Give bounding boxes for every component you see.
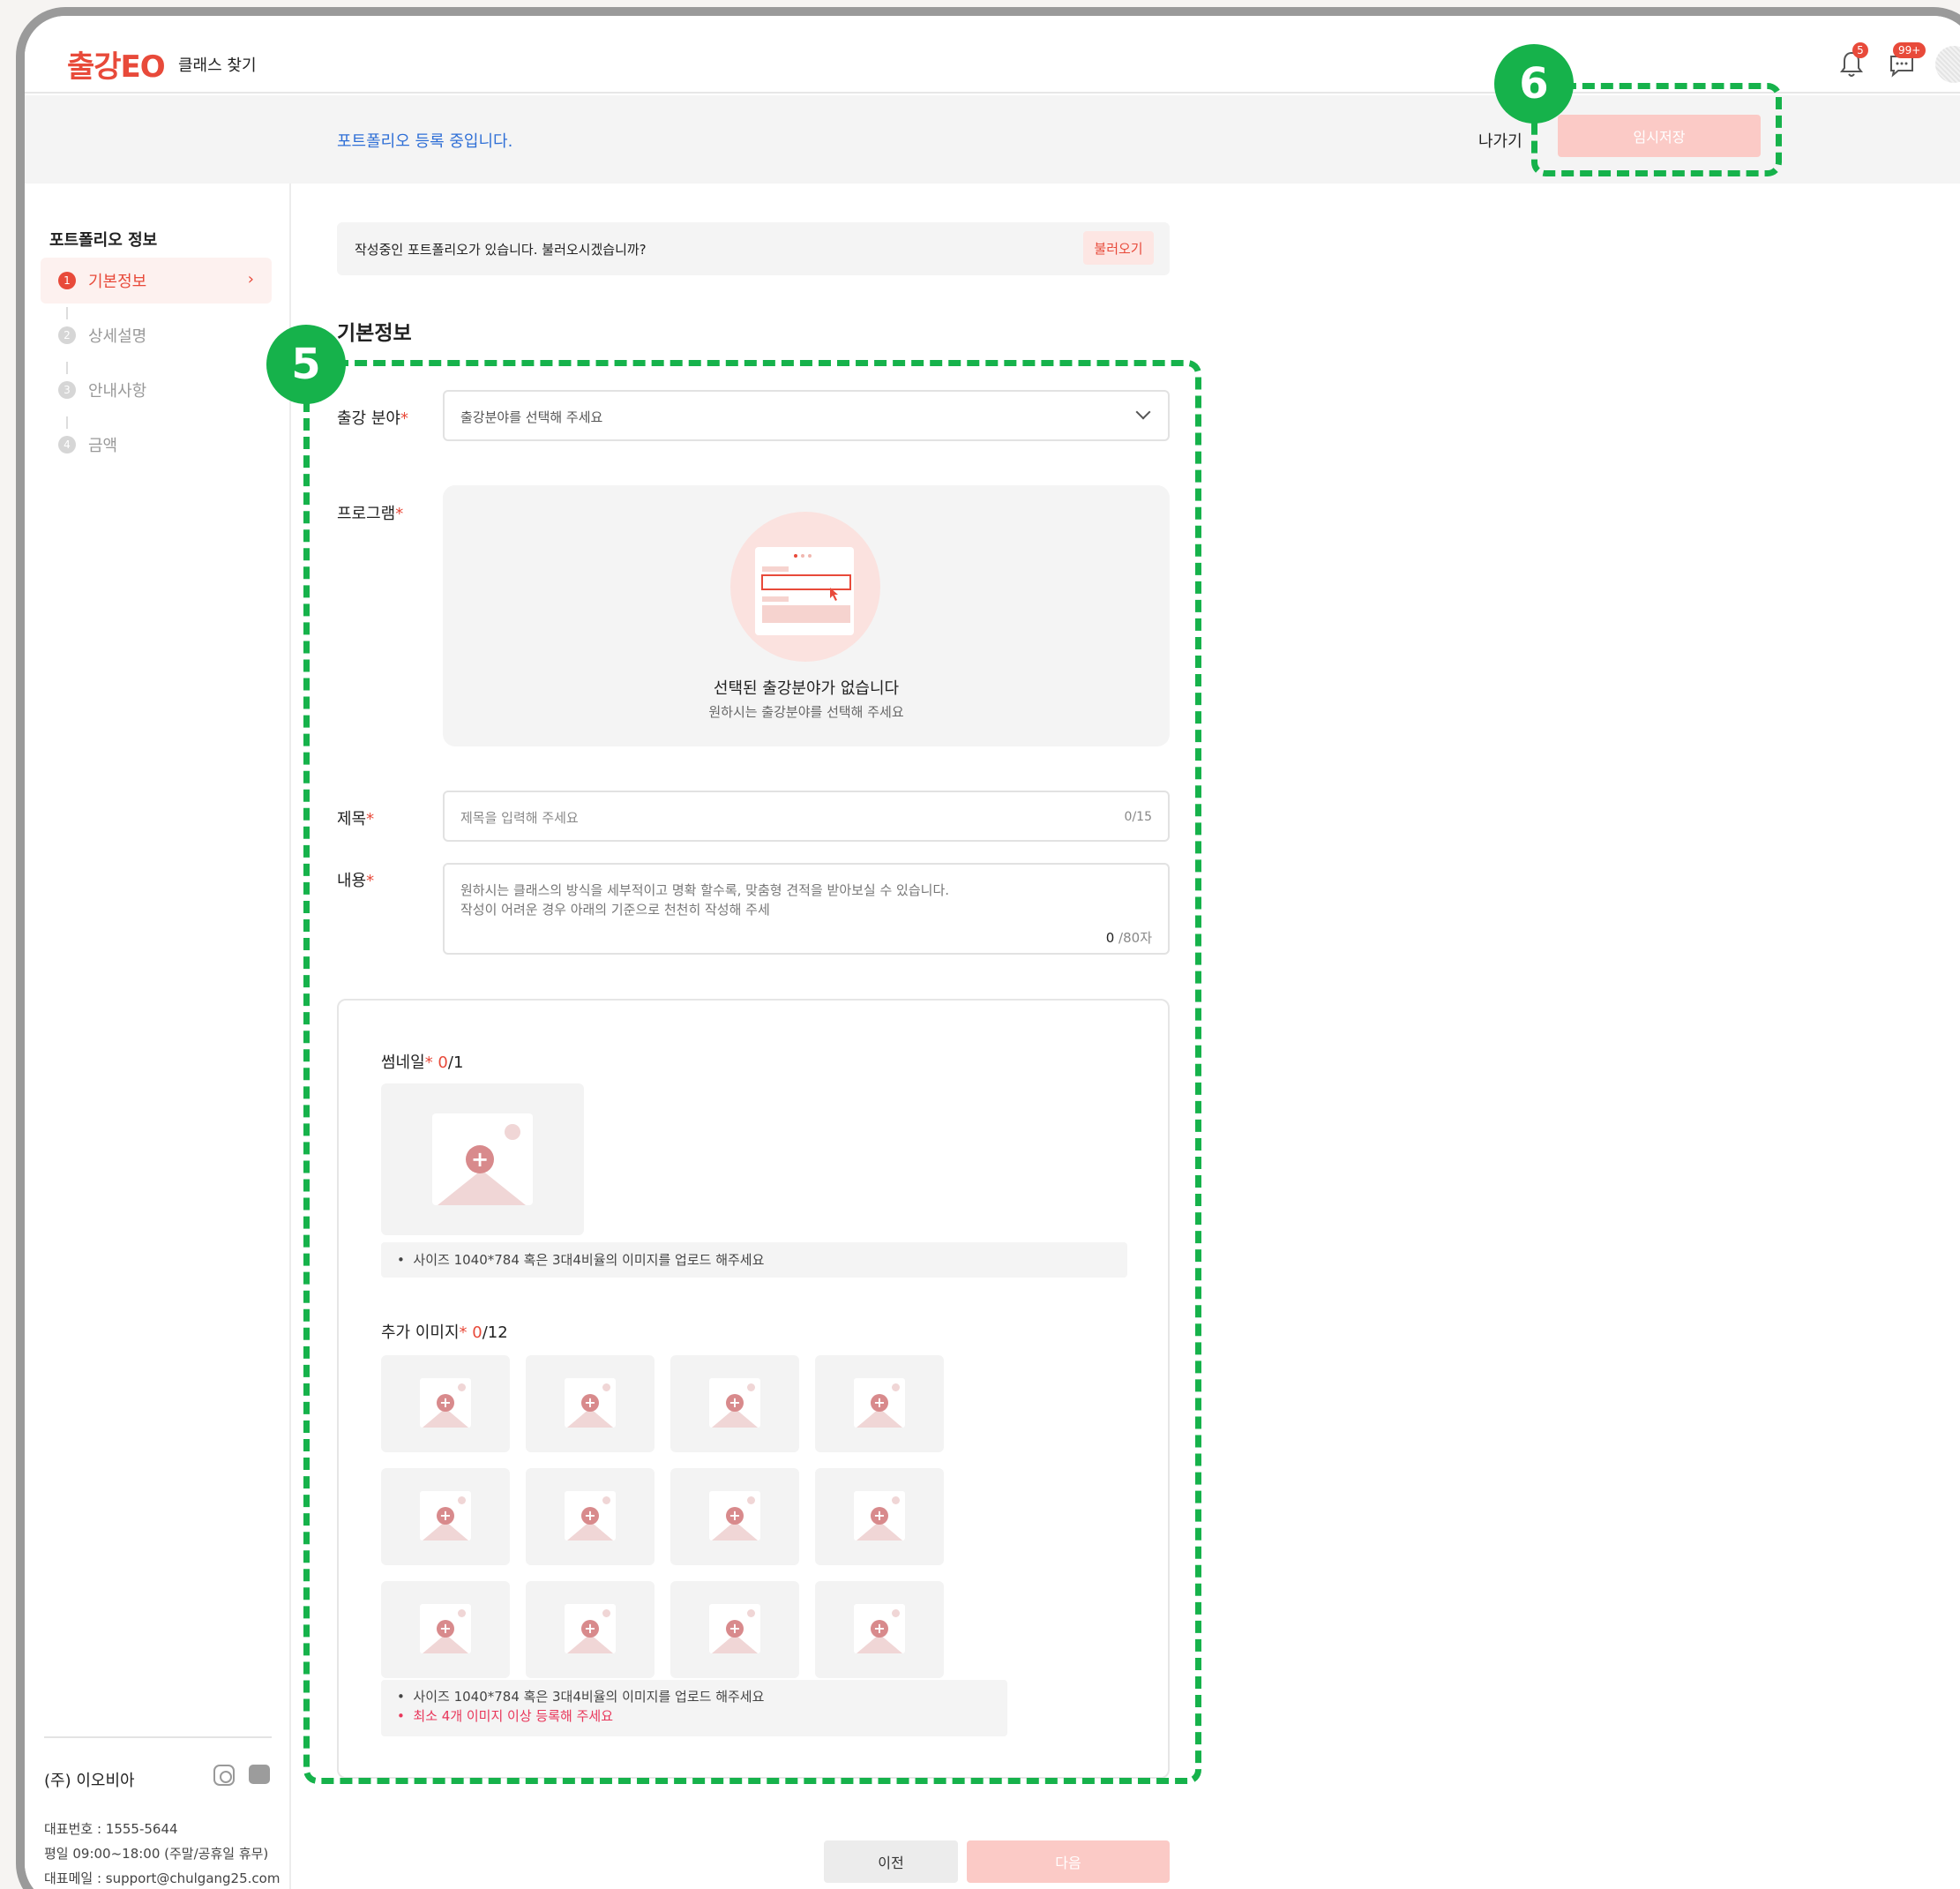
load-draft-text: 작성중인 포트폴리오가 있습니다. 불러오시겠습니까? (355, 242, 647, 258)
sidebar-item-price[interactable]: 4 금액 (41, 422, 272, 468)
nav-find-class[interactable]: 클래스 찾기 (178, 53, 257, 76)
instagram-icon[interactable] (213, 1765, 235, 1786)
top-navigation: 출강EO 클래스 찾기 5 99+ (25, 16, 1960, 94)
sidebar-item-label: 안내사항 (88, 382, 147, 401)
sidebar-item-label: 기본정보 (88, 273, 147, 291)
chat-badge: 99+ (1893, 42, 1926, 58)
company-name: (주) 이오비아 (44, 1772, 135, 1790)
status-text: 포트폴리오 등록 중입니다. (337, 132, 513, 151)
avatar[interactable] (1935, 46, 1960, 83)
sidebar: 포트폴리오 정보 1 기본정보 › 2 상세설명 3 안내사항 4 금액 (주)… (25, 184, 291, 1889)
load-draft-button[interactable]: 불러오기 (1083, 231, 1154, 265)
section-title: 기본정보 (337, 322, 412, 345)
blog-icon[interactable] (249, 1765, 270, 1784)
step-number: 2 (58, 326, 76, 344)
prev-button[interactable]: 이전 (824, 1840, 958, 1883)
footer-email: 대표메일 : support@chulgang25.com (44, 1870, 281, 1886)
sidebar-item-basic-info[interactable]: 1 기본정보 › (41, 258, 272, 304)
footer-hours: 평일 09:00~18:00 (주말/공휴일 휴무) (44, 1846, 269, 1862)
chevron-right-icon: › (247, 270, 254, 289)
exit-link[interactable]: 나가기 (1478, 129, 1522, 152)
sidebar-item-label: 상세설명 (88, 327, 147, 346)
load-draft-banner: 작성중인 포트폴리오가 있습니다. 불러오시겠습니까? 불러오기 (337, 222, 1170, 275)
highlight-box-5 (303, 360, 1201, 1784)
step-number: 4 (58, 436, 76, 454)
step-marker-5: 5 (266, 325, 346, 404)
sidebar-item-detail[interactable]: 2 상세설명 (41, 312, 272, 358)
brand-logo[interactable]: 출강EO (67, 42, 166, 86)
sidebar-item-label: 금액 (88, 437, 118, 455)
step-number: 3 (58, 381, 76, 399)
step-marker-6: 6 (1494, 44, 1574, 124)
next-button[interactable]: 다음 (967, 1840, 1170, 1883)
sidebar-item-notice[interactable]: 3 안내사항 (41, 367, 272, 413)
footer-phone: 대표번호 : 1555-5644 (44, 1821, 178, 1837)
notification-badge: 5 (1852, 42, 1868, 58)
step-number: 1 (58, 272, 76, 289)
sidebar-divider (44, 1736, 272, 1738)
sidebar-title: 포트폴리오 정보 (49, 231, 158, 250)
